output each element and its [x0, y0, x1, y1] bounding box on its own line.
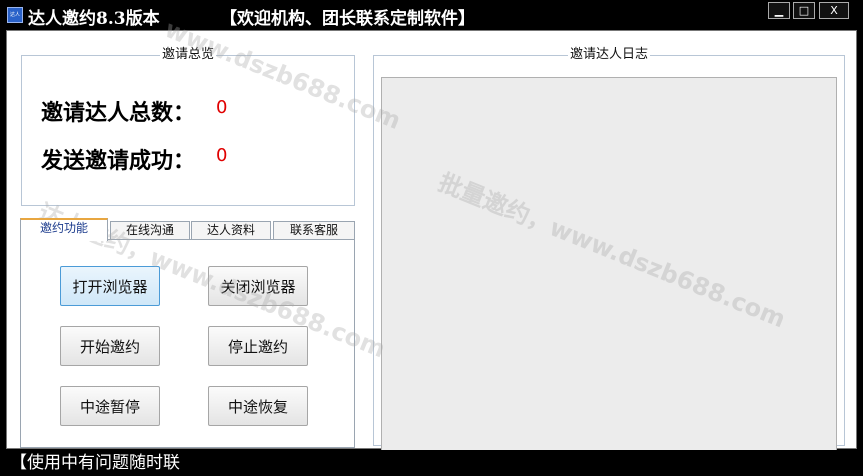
close-button[interactable]: X	[819, 2, 849, 19]
minimize-button[interactable]: ▁	[768, 2, 790, 19]
open-browser-button[interactable]: 打开浏览器	[60, 266, 160, 306]
invite-summary-group: 邀请总览 邀请达人总数： 0 发送邀请成功： 0	[21, 48, 355, 206]
tab-influencer-profiles[interactable]: 达人资料	[191, 221, 271, 240]
invited-total-label: 邀请达人总数：	[41, 100, 196, 126]
maximize-button[interactable]: □	[793, 2, 815, 19]
tab-online-chat[interactable]: 在线沟通	[110, 221, 190, 240]
invite-log-area[interactable]	[381, 77, 837, 453]
tab-invite-functions[interactable]: 邀约功能	[20, 218, 108, 241]
invited-total-value: 0	[216, 97, 228, 118]
tab-contact-support[interactable]: 联系客服	[273, 221, 355, 240]
invite-functions-panel: 打开浏览器 关闭浏览器 开始邀约 停止邀约 中途暂停 中途恢复	[20, 239, 355, 448]
title-banner: 【欢迎机构、团长联系定制软件】	[220, 9, 475, 29]
resume-button[interactable]: 中途恢复	[208, 386, 308, 426]
main-window-body: 邀请总览 邀请达人总数： 0 发送邀请成功： 0 邀约功能 在线沟通 达人资料 …	[6, 15, 857, 453]
pause-button[interactable]: 中途暂停	[60, 386, 160, 426]
invite-success-label: 发送邀请成功：	[41, 148, 196, 174]
invite-log-title: 邀请达人日志	[569, 47, 648, 62]
status-bar: 【使用中有问题随时联	[0, 450, 863, 476]
start-invite-button[interactable]: 开始邀约	[60, 326, 160, 366]
function-tab-bar: 邀约功能 在线沟通 达人资料 联系客服	[20, 218, 355, 241]
window-title: 达人邀约8.3版本	[28, 9, 160, 29]
app-icon: 达人	[7, 7, 23, 23]
stop-invite-button[interactable]: 停止邀约	[208, 326, 308, 366]
title-bar: 达人 达人邀约8.3版本 【欢迎机构、团长联系定制软件】 ▁ □ X	[0, 0, 863, 30]
invite-log-group: 邀请达人日志	[373, 47, 845, 453]
invite-success-value: 0	[216, 145, 228, 166]
close-browser-button[interactable]: 关闭浏览器	[208, 266, 308, 306]
invite-summary-title: 邀请总览	[161, 47, 214, 62]
